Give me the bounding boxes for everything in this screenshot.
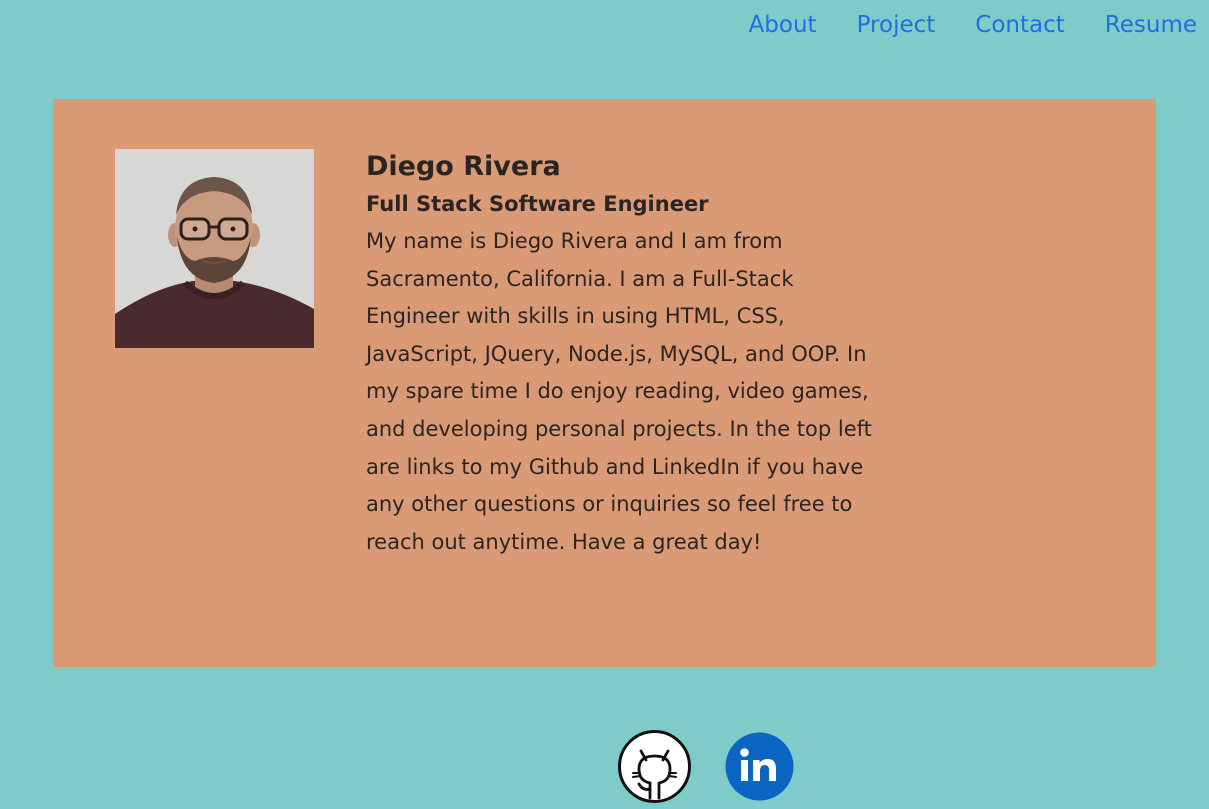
profile-bio: My name is Diego Rivera and I am from Sa… [366, 229, 872, 554]
about-text: Diego Rivera Full Stack Software Enginee… [366, 149, 886, 561]
nav-contact-link[interactable]: Contact [975, 8, 1064, 42]
profile-name: Diego Rivera [366, 151, 561, 182]
linkedin-icon [725, 732, 794, 801]
profile-photo-image [115, 149, 314, 348]
top-nav: About Project Contact Resume [749, 8, 1197, 42]
github-link[interactable] [617, 729, 692, 804]
nav-resume-link[interactable]: Resume [1105, 8, 1197, 42]
about-card: Diego Rivera Full Stack Software Enginee… [53, 99, 1156, 667]
profile-photo [115, 149, 314, 348]
nav-about-link[interactable]: About [749, 8, 817, 42]
profile-title: Full Stack Software Engineer [366, 192, 709, 216]
github-icon [618, 730, 691, 803]
nav-project-link[interactable]: Project [857, 8, 936, 42]
social-links [617, 729, 797, 804]
linkedin-link[interactable] [722, 729, 797, 804]
